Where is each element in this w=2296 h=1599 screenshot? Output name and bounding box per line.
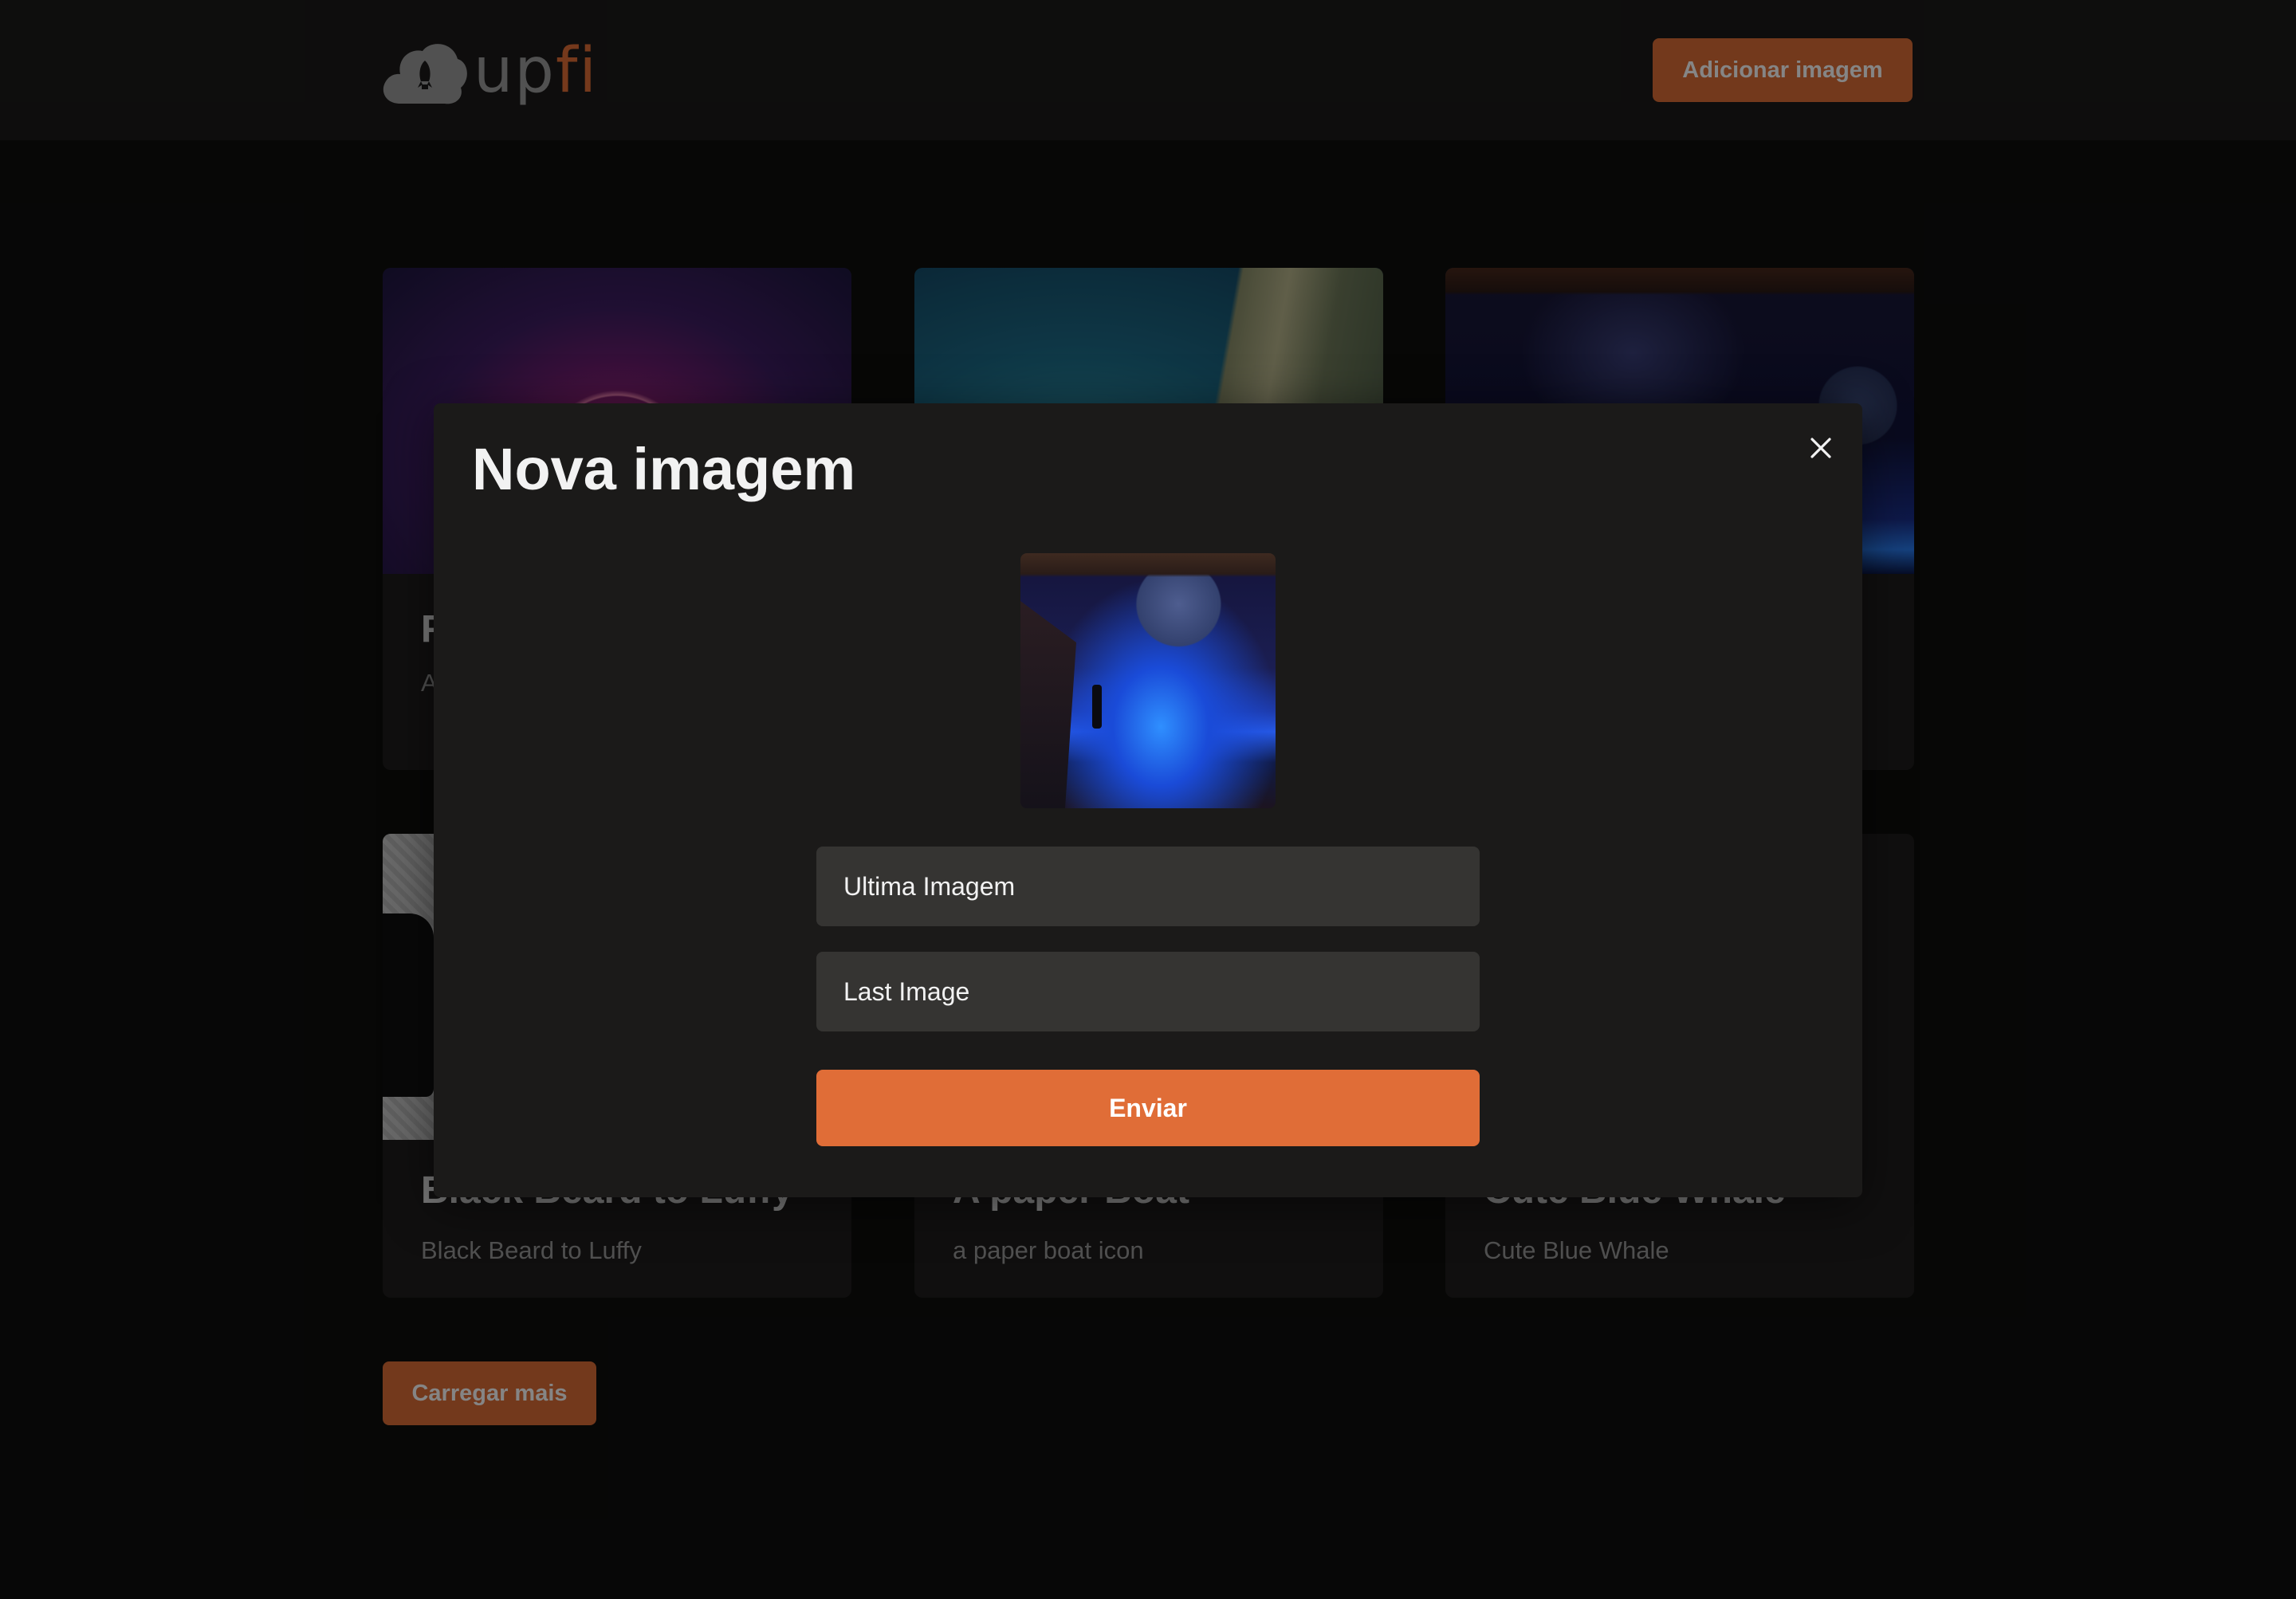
close-icon[interactable] [1799, 426, 1843, 470]
image-title-input[interactable] [816, 847, 1480, 926]
submit-button[interactable]: Enviar [816, 1070, 1480, 1146]
modal-title: Nova imagem [472, 436, 856, 502]
new-image-modal: Nova imagem Enviar [434, 403, 1862, 1197]
image-preview[interactable] [1020, 553, 1276, 808]
image-description-input[interactable] [816, 952, 1480, 1031]
